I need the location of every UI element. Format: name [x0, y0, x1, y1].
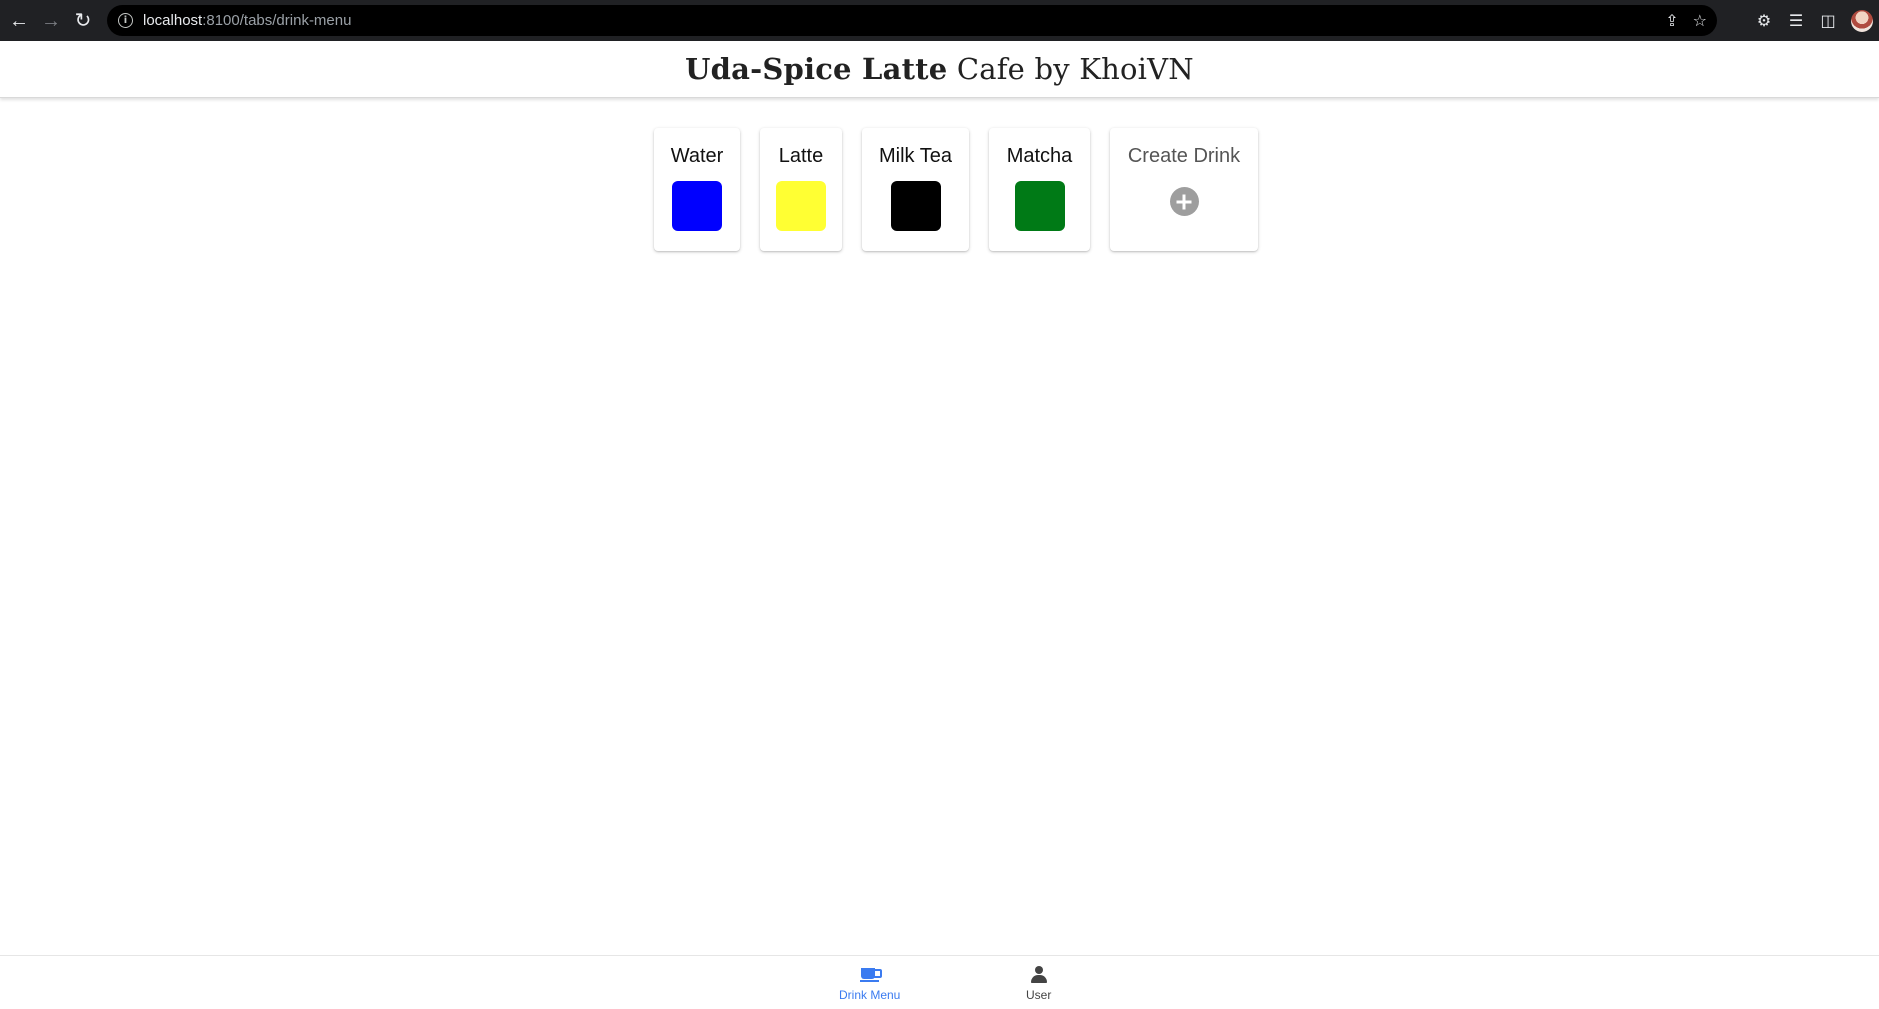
tab-label: User: [1026, 988, 1052, 1002]
drink-color-swatch: [1014, 181, 1065, 231]
drink-card-water[interactable]: Water: [654, 128, 740, 251]
back-arrow-icon[interactable]: ←: [6, 8, 32, 34]
url-path: :8100/tabs/drink-menu: [202, 12, 352, 29]
drink-name: Milk Tea: [879, 145, 952, 167]
create-drink-label: Create Drink: [1127, 145, 1241, 167]
drink-card-matcha[interactable]: Matcha: [989, 128, 1090, 251]
url-text[interactable]: localhost:8100/tabs/drink-menu: [143, 12, 351, 29]
drink-name: Matcha: [1006, 145, 1073, 167]
app-header: Uda-Spice Latte Cafe by KhoiVN: [0, 41, 1879, 98]
title-rest: Cafe by KhoiVN: [947, 52, 1194, 86]
drink-color-swatch: [672, 181, 722, 231]
cup-icon: [859, 966, 882, 983]
profile-avatar[interactable]: [1851, 9, 1873, 32]
drink-name: Latte: [778, 145, 824, 167]
create-drink-card[interactable]: Create Drink: [1110, 128, 1258, 251]
page-title: Uda-Spice Latte Cafe by KhoiVN: [685, 52, 1194, 86]
title-bold: Uda-Spice Latte: [685, 52, 948, 86]
tab-drink-menu[interactable]: Drink Menu: [839, 966, 900, 1002]
browser-toolbar: ← → ↻ i localhost:8100/tabs/drink-menu ⇪…: [0, 0, 1879, 41]
drink-color-swatch: [890, 181, 941, 231]
drink-card-milk-tea[interactable]: Milk Tea: [862, 128, 969, 251]
info-icon[interactable]: i: [118, 13, 133, 28]
playlist-icon[interactable]: ☰: [1787, 11, 1805, 31]
share-icon[interactable]: ⇪: [1665, 11, 1678, 31]
tab-bar: Drink Menu User: [0, 955, 1879, 1009]
side-panel-icon[interactable]: ◫: [1819, 11, 1837, 31]
drink-grid: Water Latte Milk Tea Matcha Create Drink: [654, 128, 1258, 251]
tab-user[interactable]: User: [1026, 966, 1051, 1002]
drink-card-latte[interactable]: Latte: [760, 128, 842, 251]
drink-color-swatch: [776, 181, 826, 231]
drink-name: Water: [670, 145, 724, 167]
add-circle-icon[interactable]: [1169, 187, 1199, 216]
puzzle-icon[interactable]: ⚙: [1755, 11, 1773, 31]
address-bar[interactable]: i localhost:8100/tabs/drink-menu ⇪ ☆: [107, 5, 1717, 36]
star-icon[interactable]: ☆: [1693, 11, 1707, 31]
reload-icon[interactable]: ↻: [70, 8, 96, 34]
person-icon: [1030, 966, 1048, 983]
forward-arrow-icon[interactable]: →: [38, 8, 64, 34]
url-host: localhost: [143, 12, 203, 29]
tab-label: Drink Menu: [839, 988, 901, 1002]
